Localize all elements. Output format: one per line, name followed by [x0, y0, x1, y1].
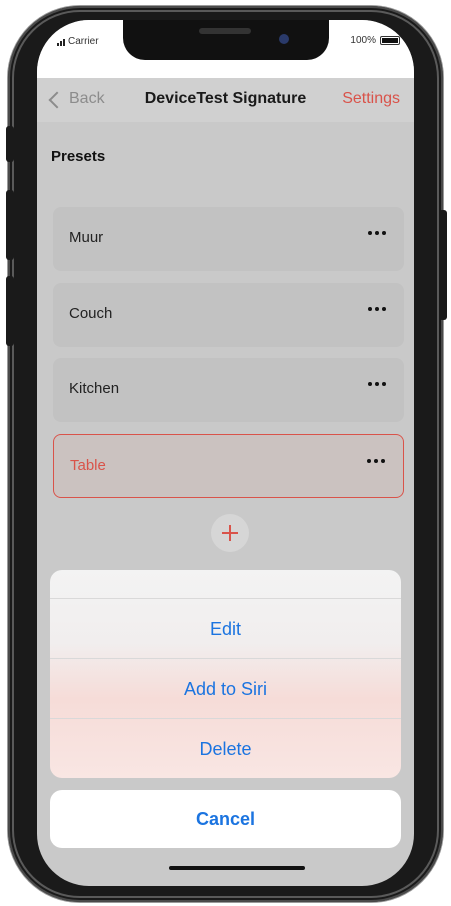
preset-item-kitchen[interactable]: Kitchen [53, 358, 404, 422]
mute-switch [6, 126, 14, 162]
more-icon[interactable] [368, 307, 386, 311]
add-preset-button[interactable] [211, 514, 249, 552]
preset-label: Kitchen [69, 380, 120, 397]
cancel-button[interactable]: Cancel [50, 790, 401, 848]
preset-label: Table [70, 457, 106, 474]
battery-label: 100% [350, 35, 376, 46]
speaker [199, 28, 251, 34]
volume-down-button [6, 276, 14, 346]
action-sheet: Edit Add to Siri Delete [50, 570, 401, 778]
power-button [439, 210, 447, 320]
screen: Carrier 100% Back DeviceTest Signature S… [37, 20, 414, 886]
preset-item-table[interactable]: Table [53, 434, 404, 498]
preset-label: Muur [69, 229, 104, 246]
settings-button[interactable]: Settings [342, 90, 400, 108]
presets-heading: Presets [51, 148, 106, 165]
navigation-bar: Back DeviceTest Signature Settings [37, 78, 414, 122]
preset-label: Couch [69, 305, 113, 322]
edit-button[interactable]: Edit [50, 598, 401, 659]
preset-item-muur[interactable]: Muur [53, 207, 404, 271]
more-icon[interactable] [368, 231, 386, 235]
signal-icon [57, 38, 65, 46]
more-icon[interactable] [368, 382, 386, 386]
carrier-indicator: Carrier [57, 36, 99, 47]
preset-item-couch[interactable]: Couch [53, 283, 404, 347]
home-indicator[interactable] [169, 866, 305, 870]
carrier-label: Carrier [68, 36, 99, 47]
more-icon[interactable] [367, 459, 385, 463]
notch [123, 20, 329, 60]
add-to-siri-button[interactable]: Add to Siri [50, 658, 401, 719]
volume-up-button [6, 190, 14, 260]
camera [279, 34, 289, 44]
delete-button[interactable]: Delete [50, 718, 401, 778]
status-bar: Carrier 100% [37, 20, 414, 78]
battery-indicator: 100% [350, 35, 400, 46]
battery-icon [380, 36, 400, 45]
